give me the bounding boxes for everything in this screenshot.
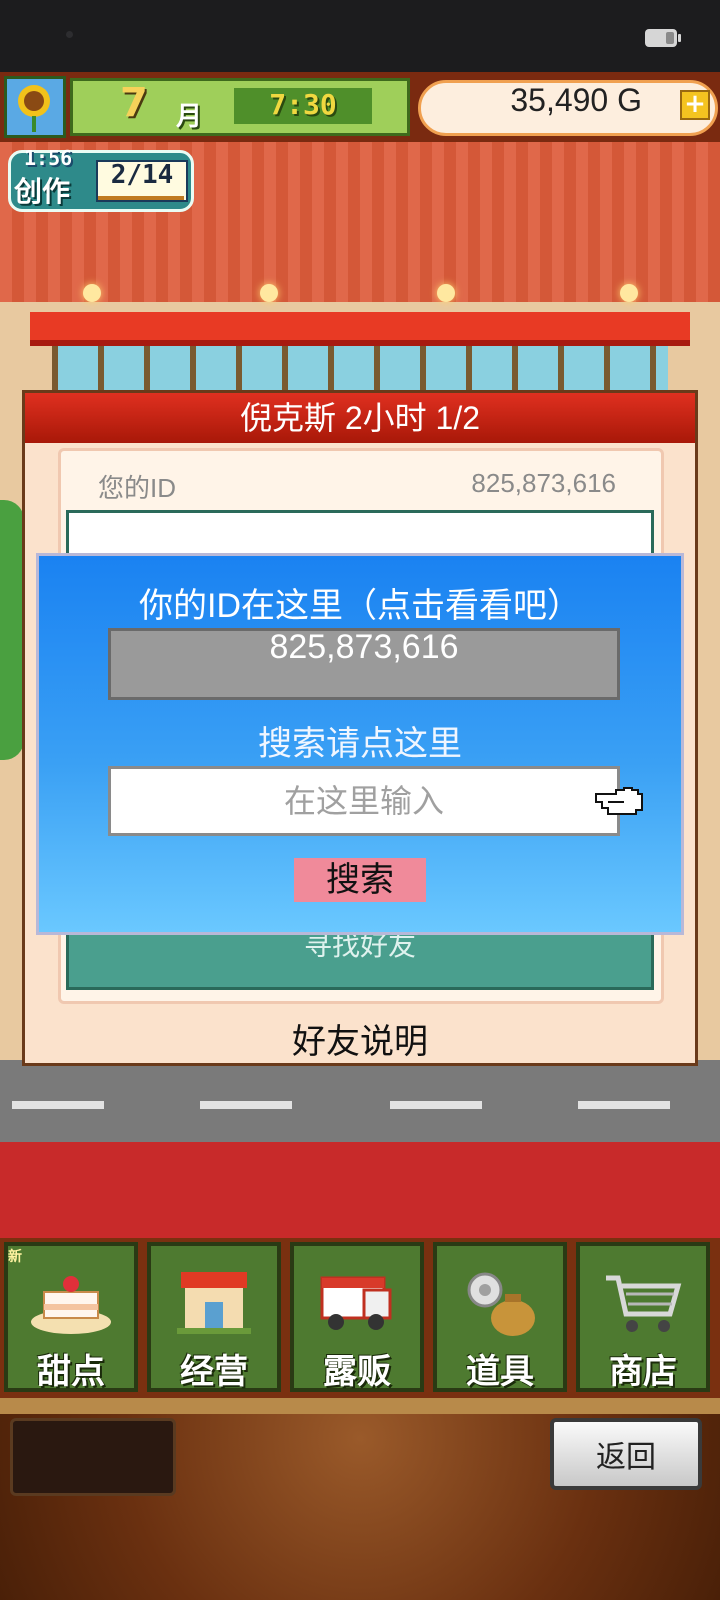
nav-item-items[interactable]: 道具 — [433, 1242, 567, 1392]
sunflower-stem — [32, 116, 36, 132]
nav-item-food-truck[interactable]: 露贩 — [290, 1242, 424, 1392]
creation-label: 创作 — [14, 175, 71, 208]
new-badge: 新 — [8, 1249, 22, 1265]
shop-sign — [30, 312, 690, 346]
friends-panel-title: 倪克斯 2小时 1/2 — [239, 400, 481, 436]
tree-decoration — [0, 500, 24, 760]
your-id-label: 您的ID — [98, 473, 177, 503]
lamp-icon — [437, 284, 455, 302]
nav-label: 道具 — [466, 1352, 534, 1392]
cake-icon — [31, 1276, 111, 1334]
nav-item-desserts[interactable]: 甜点 — [4, 1242, 138, 1392]
red-carpet — [0, 1142, 720, 1238]
search-id-input[interactable] — [108, 766, 620, 836]
back-button[interactable]: 返回 — [550, 1418, 702, 1490]
money-amount: 35,490 G — [510, 82, 642, 118]
status-bar — [0, 0, 720, 72]
lamp-icon — [260, 284, 278, 302]
nav-label: 经营 — [180, 1352, 248, 1392]
search-hint: 搜索请点这里 — [258, 725, 462, 763]
month-label: 月 — [176, 102, 203, 132]
shopping-cart-icon — [606, 1275, 682, 1332]
shop-windows — [52, 346, 668, 396]
items-bag-icon — [467, 1272, 535, 1336]
dialog-title: 你的ID在这里（点击看看吧） — [139, 587, 581, 625]
creation-timer: 1:56 — [24, 146, 73, 170]
nav-item-store[interactable]: 商店 — [576, 1242, 710, 1392]
pointing-hand-icon — [595, 787, 643, 815]
road-dash — [578, 1101, 670, 1109]
footer-empty-slot — [10, 1418, 176, 1496]
search-button[interactable]: 搜索 — [294, 858, 426, 902]
footer-rim — [0, 1398, 720, 1414]
lamp-icon — [83, 284, 101, 302]
your-id-value: 825,873,616 — [471, 468, 616, 498]
my-id-value[interactable]: 825,873,616 — [108, 628, 620, 700]
nav-label: 商店 — [609, 1352, 677, 1392]
camera-dot — [66, 31, 73, 38]
food-truck-icon — [320, 1276, 392, 1330]
nav-label: 露贩 — [323, 1352, 391, 1392]
nav-label: 甜点 — [37, 1352, 105, 1392]
sunflower-icon — [24, 91, 44, 111]
lamp-icon — [620, 284, 638, 302]
clock-time: 7:30 — [269, 88, 337, 121]
road-dash — [390, 1101, 482, 1109]
add-money-button[interactable]: + — [680, 90, 710, 120]
creation-progress-bar — [98, 196, 184, 200]
road-dash — [12, 1101, 104, 1109]
road-dash — [200, 1101, 292, 1109]
month-number: 7 — [120, 80, 148, 126]
battery-icon — [645, 29, 681, 47]
friend-help-button[interactable]: 好友说明 — [25, 1014, 695, 1061]
shop-icon — [177, 1272, 251, 1334]
nav-item-management[interactable]: 经营 — [147, 1242, 281, 1392]
